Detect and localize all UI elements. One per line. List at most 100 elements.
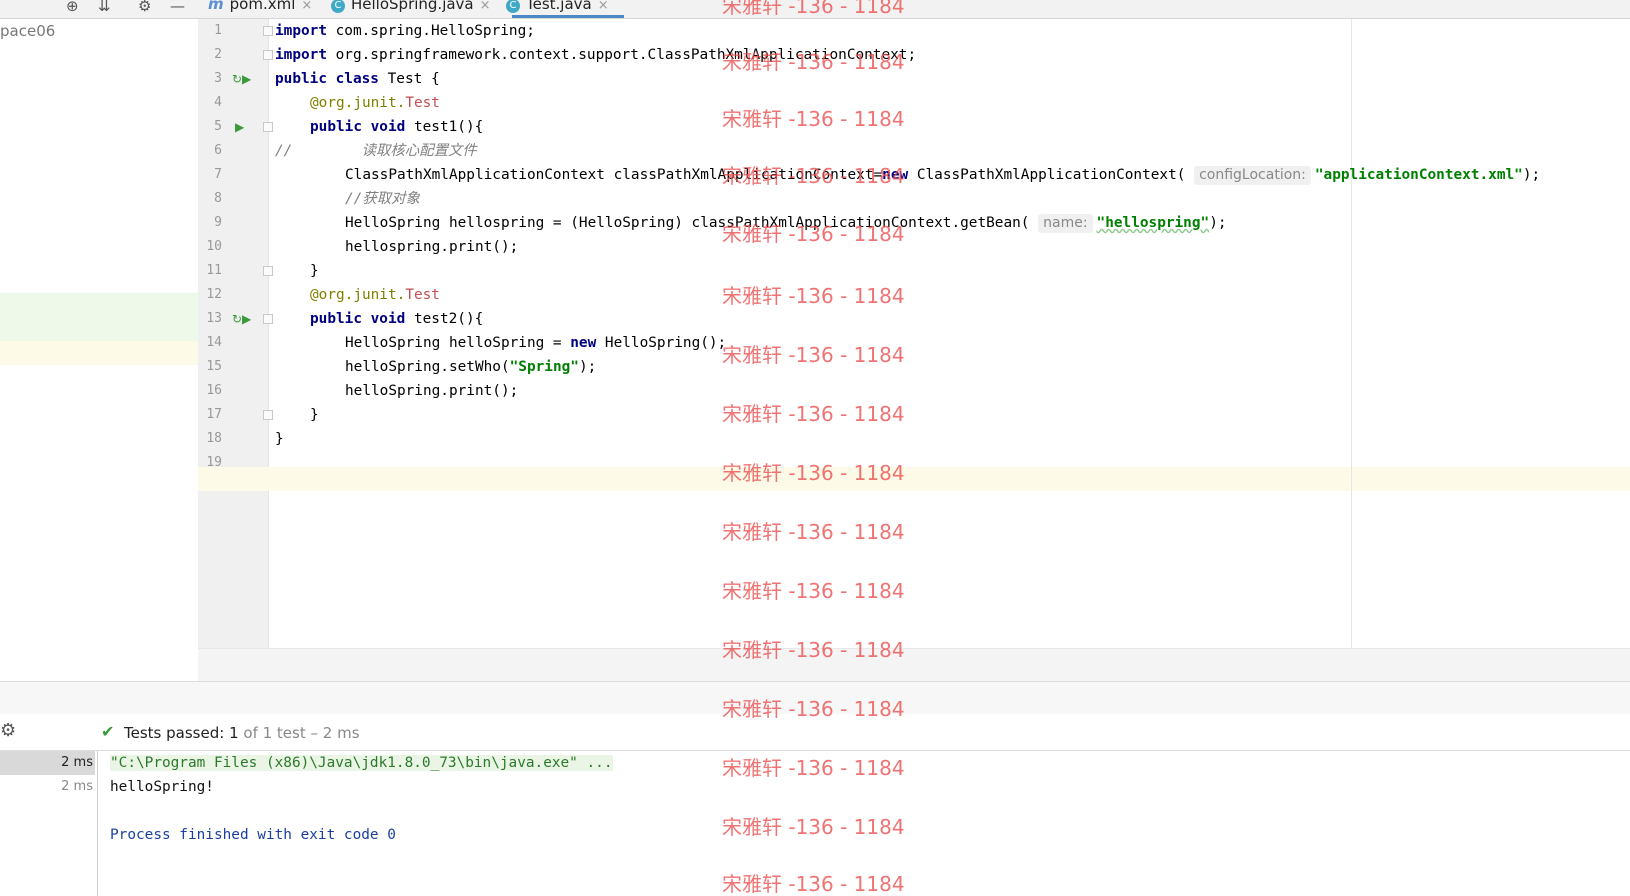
code-line[interactable]: helloSpring.print(); xyxy=(275,379,518,403)
code-line[interactable]: @org.junit.Test xyxy=(275,283,440,307)
fold-marker[interactable] xyxy=(263,314,273,324)
active-tab-indicator xyxy=(512,15,624,18)
code-line[interactable]: } xyxy=(275,403,319,427)
test-tree-row[interactable]: 2 ms xyxy=(0,775,95,799)
class-icon: C xyxy=(331,0,345,13)
project-panel xyxy=(0,19,198,680)
fold-marker[interactable] xyxy=(263,410,273,420)
fold-marker[interactable] xyxy=(263,26,273,36)
close-icon[interactable]: × xyxy=(598,0,609,13)
project-row-highlight xyxy=(0,293,198,341)
current-line-highlight xyxy=(198,467,1630,491)
tab-label: HelloSpring.java xyxy=(351,0,474,13)
class-icon: C xyxy=(506,0,520,13)
comment: // xyxy=(275,143,293,159)
code-line[interactable]: } xyxy=(275,427,284,451)
console-exit-message: Process finished with exit code 0 xyxy=(110,827,396,843)
keyword: new xyxy=(570,335,597,351)
code-text: ); xyxy=(1522,167,1541,183)
code-line[interactable]: HelloSpring hellospring = (HelloSpring) … xyxy=(275,211,1227,235)
gear-icon[interactable]: ⚙ xyxy=(0,720,16,741)
code-line[interactable]: hellospring.print(); xyxy=(275,235,518,259)
line-number: 15 xyxy=(206,359,222,374)
code-line[interactable]: import org.springframework.context.suppo… xyxy=(275,43,916,67)
code-text: } xyxy=(310,407,319,423)
code-line[interactable]: //获取对象 xyxy=(275,187,420,211)
parameter-hint: configLocation: xyxy=(1194,166,1311,185)
comment: 读取核心配置文件 xyxy=(292,143,477,159)
rerun-test-icon[interactable]: ↻▶ xyxy=(232,307,251,331)
line-number: 5 xyxy=(214,119,222,134)
line-number: 10 xyxy=(206,239,222,254)
line-number: 18 xyxy=(206,431,222,446)
code-line[interactable]: @org.junit.Test xyxy=(275,91,440,115)
code-text: test2(){ xyxy=(405,311,484,327)
code-text: hellospring.print(); xyxy=(345,239,519,255)
maven-icon: m xyxy=(208,0,224,13)
code-line[interactable]: helloSpring.setWho("Spring"); xyxy=(275,355,596,379)
line-number: 6 xyxy=(214,143,222,158)
keyword: public void xyxy=(310,119,406,135)
line-number: 14 xyxy=(206,335,222,350)
code-text: HelloSpring helloSpring = xyxy=(345,335,571,351)
annotation: @org.junit. xyxy=(310,95,406,111)
status-suffix: of 1 test – 2 ms xyxy=(243,724,360,742)
code-line[interactable]: public void test1(){ xyxy=(275,115,483,139)
test-tree-row[interactable]: 2 ms xyxy=(0,751,95,775)
line-number: 12 xyxy=(206,287,222,302)
gear-icon[interactable]: ⚙ xyxy=(138,0,151,15)
keyword: public class xyxy=(275,71,379,87)
code-line[interactable]: public void test2(){ xyxy=(275,307,483,331)
code-line[interactable]: } xyxy=(275,259,319,283)
test-duration: 2 ms xyxy=(61,755,93,770)
tests-passed-status: Tests passed: 1 of 1 test – 2 ms xyxy=(124,724,360,742)
keyword: import xyxy=(275,47,327,63)
code-text: ClassPathXmlApplicationContext classPath… xyxy=(345,167,883,183)
watermark: 宋雅轩 -136 - 1184 xyxy=(722,756,905,780)
code-text: ); xyxy=(578,359,597,375)
keyword: new xyxy=(882,167,909,183)
code-text: helloSpring.print(); xyxy=(345,383,519,399)
comment: //获取对象 xyxy=(345,191,420,207)
fold-marker[interactable] xyxy=(263,266,273,276)
code-text: HelloSpring hellospring = (HelloSpring) … xyxy=(345,215,1030,231)
run-class-icon[interactable]: ↻▶ xyxy=(232,67,251,91)
check-icon: ✔ xyxy=(101,722,115,741)
code-line[interactable]: HelloSpring helloSpring = new HelloSprin… xyxy=(275,331,726,355)
line-number: 13 xyxy=(206,311,222,326)
editor-horizontal-scrollbar[interactable] xyxy=(198,648,1630,682)
code-line[interactable]: ClassPathXmlApplicationContext classPath… xyxy=(275,163,1540,187)
close-icon[interactable]: × xyxy=(480,0,491,13)
project-root-label[interactable]: pace06 xyxy=(0,22,55,40)
close-icon[interactable]: × xyxy=(301,0,312,13)
watermark: 宋雅轩 -136 - 1184 xyxy=(722,815,905,839)
code-text: org.springframework.context.support.Clas… xyxy=(326,47,917,63)
code-line[interactable]: // 读取核心配置文件 xyxy=(275,139,477,163)
fold-marker[interactable] xyxy=(263,50,273,60)
line-number: 7 xyxy=(214,167,222,182)
fold-marker[interactable] xyxy=(263,122,273,132)
locate-icon[interactable]: ⊕ xyxy=(66,0,79,15)
right-margin-guide xyxy=(1351,19,1352,648)
collapse-icon[interactable]: ⇊ xyxy=(98,0,111,15)
editor-tab-bar: ⊕ ⇊ ⚙ — m pom.xml × C HelloSpring.java × C Te… xyxy=(0,0,1630,19)
line-number: 3 xyxy=(214,71,222,86)
run-test-icon[interactable]: ▶ xyxy=(235,115,244,139)
line-number: 8 xyxy=(214,191,222,206)
code-text: Test { xyxy=(378,71,440,87)
code-line[interactable]: import com.spring.HelloSpring; xyxy=(275,19,535,43)
tab-pom-xml[interactable]: m pom.xml × xyxy=(208,0,312,17)
code-line[interactable]: public class Test { xyxy=(275,67,440,91)
line-number: 17 xyxy=(206,407,222,422)
code-text: ClassPathXmlApplicationContext( xyxy=(908,167,1186,183)
tab-label: pom.xml xyxy=(229,0,296,13)
line-number: 2 xyxy=(214,47,222,62)
tab-hellospring-java[interactable]: C HelloSpring.java × xyxy=(331,0,491,17)
minimize-icon[interactable]: — xyxy=(170,0,185,15)
code-text: helloSpring.setWho( xyxy=(345,359,510,375)
keyword: import xyxy=(275,23,327,39)
line-number: 11 xyxy=(206,263,222,278)
line-number: 16 xyxy=(206,383,222,398)
console-command[interactable]: "C:\Program Files (x86)\Java\jdk1.8.0_73… xyxy=(110,751,613,775)
tab-label: Test.java xyxy=(526,0,592,13)
